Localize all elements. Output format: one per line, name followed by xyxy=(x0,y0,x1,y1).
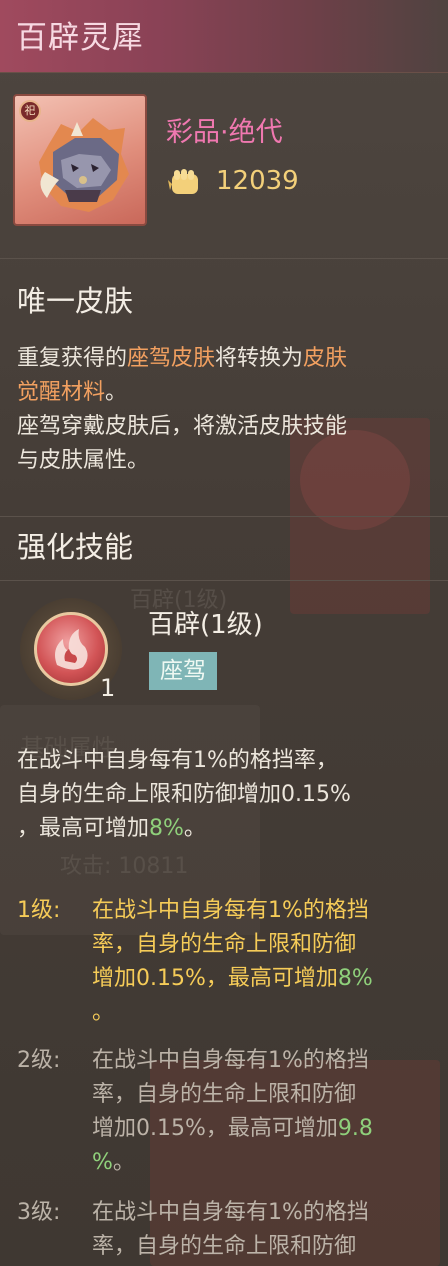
fist-power-icon xyxy=(168,169,198,194)
level-text: 在战斗中自身每有1%的格挡 率，自身的生命上限和防御 xyxy=(92,1200,369,1259)
item-quality: 彩品·绝代 xyxy=(166,117,283,148)
section-title-skill: 强化技能 xyxy=(17,530,134,564)
page-title: 百辟灵犀 xyxy=(16,20,144,56)
divider xyxy=(0,580,448,581)
skin-desc-line4: 与皮肤属性。 xyxy=(17,448,150,473)
power-value: 12039 xyxy=(216,166,299,196)
skill-desc-line2: 自身的生命上限和防御增加0.15% xyxy=(17,782,351,807)
level-label: 2级: xyxy=(17,1048,61,1073)
skin-desc-line3: 座驾穿戴皮肤后，将激活皮肤技能 xyxy=(17,414,348,439)
skin-desc-line1: 重复获得的座驾皮肤将转换为皮肤 xyxy=(17,346,348,371)
skill-icon xyxy=(34,612,108,686)
skin-desc-line2: 觉醒材料。 xyxy=(17,380,128,405)
skill-level-row: 3级: 在战斗中自身每有1%的格挡 率，自身的生命上限和防御 xyxy=(17,1196,447,1266)
skill-description: 在战斗中自身每有1%的格挡率， 自身的生命上限和防御增加0.15% ，最高可增加… xyxy=(17,744,437,846)
skill-tag: 座驾 xyxy=(149,652,217,690)
divider xyxy=(0,516,448,517)
ghost-text: 攻击: 10811 xyxy=(60,854,189,879)
rhino-mask-icon xyxy=(39,118,129,212)
title-bar: 百辟灵犀 xyxy=(0,0,448,73)
item-card[interactable]: 祀 xyxy=(13,94,147,226)
divider xyxy=(0,258,448,259)
skin-description: 重复获得的座驾皮肤将转换为皮肤 觉醒材料。 座驾穿戴皮肤后，将激活皮肤技能 与皮… xyxy=(17,342,437,478)
skill-level-row: 1级: 在战斗中自身每有1%的格挡 率，自身的生命上限和防御 增加0.15%，最… xyxy=(17,894,447,1034)
level-label: 3级: xyxy=(17,1200,61,1225)
flame-sigil-icon xyxy=(55,629,88,670)
level-text: 在战斗中自身每有1%的格挡 率，自身的生命上限和防御 增加0.15%，最高可增加… xyxy=(92,1048,373,1175)
level-text: 在战斗中自身每有1%的格挡 率，自身的生命上限和防御 增加0.15%，最高可增加… xyxy=(92,898,373,1025)
level-label: 1级: xyxy=(17,898,61,923)
skill-desc-line3: ，最高可增加8%。 xyxy=(17,816,206,841)
skill-level-badge: 1 xyxy=(100,674,116,702)
section-title-skin: 唯一皮肤 xyxy=(17,284,134,318)
skill-level-row: 2级: 在战斗中自身每有1%的格挡 率，自身的生命上限和防御 增加0.15%，最… xyxy=(17,1044,447,1184)
skill-name: 百辟(1级) xyxy=(148,610,263,640)
item-detail-panel: 百辟(1级) 基础属性 攻击: 10811 百辟灵犀 祀 彩品·绝代 12039… xyxy=(0,0,448,1266)
skill-desc-line1: 在战斗中自身每有1%的格挡率， xyxy=(17,748,338,773)
